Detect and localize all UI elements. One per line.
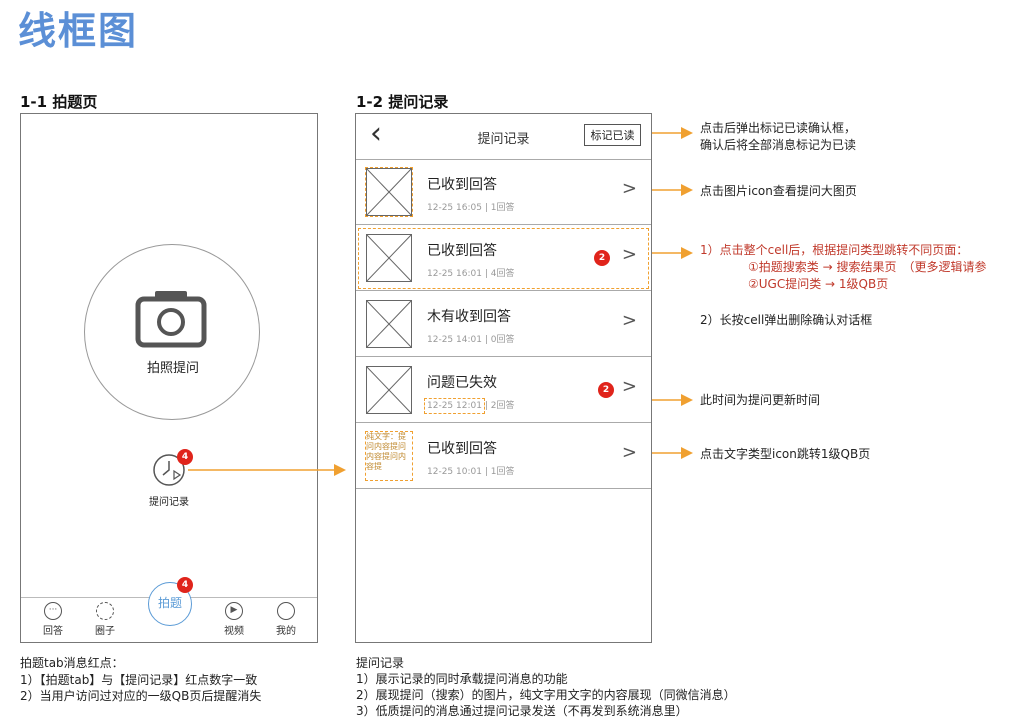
item-count: 1回答	[490, 203, 515, 213]
item-time: 12-25 12:01	[424, 398, 485, 414]
list-item[interactable]: 已收到回答 12-25 16:01 | 4回答 2 >	[356, 226, 651, 291]
item-meta: 12-25 14:01 | 0回答	[427, 335, 515, 345]
item-count: 4回答	[490, 269, 515, 279]
image-placeholder-icon[interactable]	[366, 366, 412, 414]
list-item[interactable]: 已收到回答 12-25 16:05 | 1回答 >	[356, 160, 651, 225]
history-list: 已收到回答 12-25 16:05 | 1回答 > 已收到回答 12-25 16…	[356, 160, 651, 490]
right-note-line-1: 1）展示记录的同时承载提问消息的功能	[356, 672, 568, 686]
item-meta: 12-25 12:01 | 2回答	[424, 398, 515, 414]
chevron-right-icon: >	[621, 244, 637, 265]
item-meta: 12-25 10:01 | 1回答	[427, 467, 515, 477]
history-page-frame: ‹ 提问记录 标记已读 已收到回答 12-25 16:05 | 1回答 > 已收…	[355, 113, 652, 643]
chevron-right-icon: >	[621, 310, 637, 331]
right-note-line-3: 3）低质提问的消息通过提问记录发送（不再发到系统消息里）	[356, 704, 688, 718]
image-placeholder-icon[interactable]	[365, 167, 413, 217]
item-badge: 2	[594, 250, 610, 266]
chevron-right-icon: >	[621, 376, 637, 397]
list-item[interactable]: 问题已失效 12-25 12:01 | 2回答 2 >	[356, 358, 651, 423]
right-note-title: 提问记录	[356, 656, 405, 670]
item-title: 木有收到回答	[427, 309, 511, 325]
annotation-mark-read-1: 点击后弹出标记已读确认框，	[700, 121, 857, 135]
annotation-long-press: 2）长按cell弹出删除确认对话框	[700, 313, 873, 327]
annotation-text-icon: 点击文字类型icon跳转1级QB页	[700, 447, 871, 461]
annotation-image-icon: 点击图片icon查看提问大图页	[700, 184, 857, 198]
item-time: 12-25 14:01	[427, 335, 482, 345]
item-time: 12-25 16:05	[427, 203, 482, 213]
chevron-right-icon: >	[621, 178, 637, 199]
item-title: 问题已失效	[427, 375, 497, 391]
list-item[interactable]: 木有收到回答 12-25 14:01 | 0回答 >	[356, 292, 651, 357]
item-count: 1回答	[490, 467, 515, 477]
item-count: 2回答	[490, 401, 515, 411]
mark-read-button[interactable]: 标记已读	[584, 124, 641, 146]
image-placeholder-icon[interactable]	[366, 234, 412, 282]
item-meta: 12-25 16:05 | 1回答	[427, 203, 515, 213]
item-badge: 2	[598, 382, 614, 398]
item-title: 已收到回答	[427, 243, 497, 259]
section-title-history-page: 1-2 提问记录	[356, 93, 449, 111]
image-placeholder-icon[interactable]	[366, 300, 412, 348]
nav-bar: ‹ 提问记录 标记已读	[356, 114, 651, 160]
item-count: 0回答	[490, 335, 515, 345]
item-time: 12-25 16:01	[427, 269, 482, 279]
item-time: 12-25 10:01	[427, 467, 482, 477]
annotation-cell-tap-2: ①拍题搜索类 → 搜索结果页 （更多逻辑请参	[748, 260, 987, 274]
annotation-update-time: 此时间为提问更新时间	[700, 393, 821, 407]
item-title: 已收到回答	[427, 441, 497, 457]
annotation-mark-read-2: 确认后将全部消息标记为已读	[700, 138, 857, 152]
annotation-cell-tap-3: ②UGC提问类 → 1级QB页	[748, 277, 889, 291]
list-item[interactable]: 纯文字：提问内容提问内容提问内容提 已收到回答 12-25 10:01 | 1回…	[356, 424, 651, 489]
right-note-line-2: 2）展现提问（搜索）的图片，纯文字用文字的内容展现（同微信消息）	[356, 688, 736, 702]
item-title: 已收到回答	[427, 177, 497, 193]
annotation-cell-tap-1: 1）点击整个cell后，根据提问类型跳转不同页面：	[700, 243, 969, 257]
chevron-right-icon: >	[621, 442, 637, 463]
text-thumb[interactable]: 纯文字：提问内容提问内容提问内容提	[365, 431, 413, 481]
item-meta: 12-25 16:01 | 4回答	[427, 269, 515, 279]
